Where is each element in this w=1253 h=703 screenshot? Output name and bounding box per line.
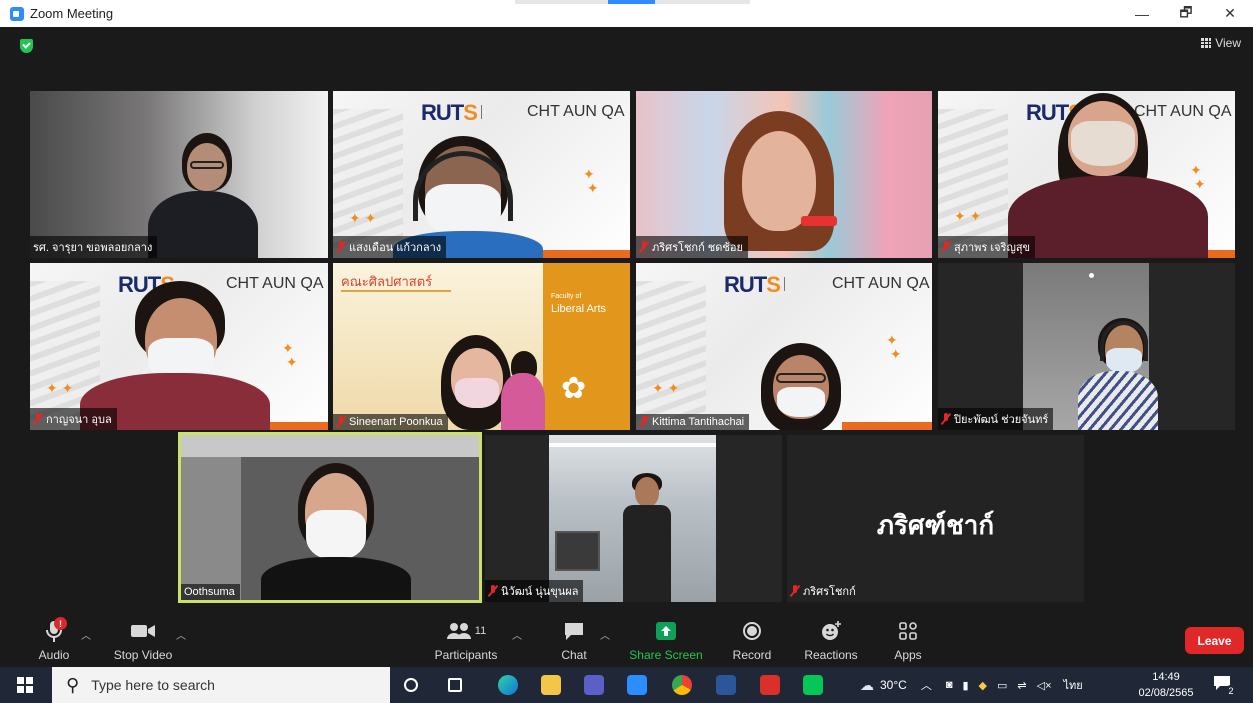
- participants-options-caret[interactable]: ︿: [512, 627, 522, 642]
- window-titlebar: Zoom Meeting — 🗗 ✕: [0, 0, 1253, 27]
- participant-big-name: ภริศฑ์ชาก์: [876, 510, 995, 540]
- minimize-button[interactable]: —: [1124, 0, 1160, 27]
- participant-name: ภริศรโชกก์ ชดช้อย: [636, 236, 748, 258]
- participant-name: Kittima Tantihachai: [636, 414, 750, 430]
- muted-mic-icon: [33, 413, 43, 425]
- line-icon[interactable]: [803, 675, 823, 695]
- share-screen-button[interactable]: Share Screen: [628, 614, 704, 667]
- weather-temp[interactable]: 30°C: [880, 678, 907, 692]
- tray-overflow-icon[interactable]: ︿: [921, 677, 932, 693]
- cortana-icon[interactable]: [404, 678, 418, 692]
- muted-mic-icon: [488, 585, 498, 597]
- clock[interactable]: 14:49 02/08/2565: [1136, 669, 1196, 701]
- video-options-caret[interactable]: ︿: [176, 627, 186, 642]
- meeting-area: View รศ. จารุยา ขอพลอยกลาง RUTS CHT AUN …: [0, 27, 1253, 614]
- chrome-icon[interactable]: [672, 675, 692, 695]
- video-tile[interactable]: คณะศิลปศาสตร์ Faculty of Liberal Arts ✿ …: [333, 263, 630, 430]
- edge-browser-icon[interactable]: [498, 675, 518, 695]
- input-language[interactable]: ไทย: [1064, 676, 1083, 694]
- weather-cloud-icon: ☁: [860, 676, 874, 693]
- tray-app-icon[interactable]: ◙: [946, 679, 953, 691]
- search-placeholder: Type here to search: [91, 677, 215, 693]
- video-tile[interactable]: RUTS CHT AUN QA ✦ ✦ ✦ ✦ กาญจนา อุบล: [30, 263, 328, 430]
- chat-bubble-icon: [563, 619, 585, 643]
- view-label: View: [1215, 36, 1241, 50]
- view-button[interactable]: View: [1201, 36, 1241, 50]
- grid-icon: [1201, 38, 1212, 48]
- tray-app-icon-3[interactable]: ◆: [979, 679, 987, 692]
- video-tile[interactable]: RUTS CHT AUN QA ✦ ✦ ✦ ✦ Kittima Tantihac…: [636, 263, 932, 430]
- system-tray: ☁ 30°C ︿ ◙ ▮ ◆ ▭ ⇌ ◁× ไทย: [860, 667, 1083, 703]
- participant-name: กาญจนา อุบล: [30, 408, 117, 430]
- notifications-icon[interactable]: 2: [1213, 675, 1237, 697]
- acrobat-icon[interactable]: [760, 675, 780, 695]
- encryption-shield-icon[interactable]: [20, 39, 33, 53]
- window-title: Zoom Meeting: [30, 6, 114, 21]
- video-tile[interactable]: ภริศรโชกก์ ชดช้อย: [636, 91, 932, 258]
- video-tile[interactable]: ปิยะพัฒน์ ช่วยจันทร์: [938, 263, 1235, 430]
- participant-name: นิวัฒน์ นุ่นขุนผล: [485, 580, 584, 602]
- apps-icon: [898, 619, 918, 643]
- video-tile[interactable]: นิวัฒน์ นุ่นขุนผล: [485, 435, 782, 602]
- video-camera-icon: [130, 619, 156, 643]
- participants-button[interactable]: 11 Participants: [430, 614, 502, 667]
- video-tile-no-video[interactable]: ภริศฑ์ชาก์ ภริศรโชกก์: [787, 435, 1084, 602]
- audio-alert-badge: !: [54, 617, 67, 630]
- restore-button[interactable]: 🗗: [1168, 0, 1204, 27]
- share-screen-icon: [655, 619, 677, 643]
- windows-start-icon[interactable]: [17, 677, 33, 693]
- video-tile-active[interactable]: Oothsuma: [178, 432, 482, 603]
- search-icon: ⚲: [66, 674, 80, 695]
- video-tile[interactable]: RUTS CHT AUN QA ✦ ✦ ✦ ✦ สุภาพร เจริญสุข: [938, 91, 1235, 258]
- taskbar-search-box[interactable]: ⚲ Type here to search: [52, 667, 390, 703]
- meeting-controls: Audio ! ︿ Stop Video ︿ 11 Participants ︿…: [0, 614, 1253, 667]
- muted-mic-icon: [639, 241, 649, 253]
- volume-muted-icon[interactable]: ◁×: [1037, 679, 1052, 692]
- network-icon[interactable]: ▭: [997, 679, 1007, 692]
- muted-mic-icon: [941, 413, 951, 425]
- wifi-icon[interactable]: ⇌: [1017, 679, 1026, 692]
- participants-count: 11: [474, 625, 487, 637]
- close-button[interactable]: ✕: [1212, 0, 1248, 27]
- reactions-button[interactable]: Reactions: [802, 614, 860, 667]
- task-view-icon[interactable]: [448, 678, 462, 692]
- windows-taskbar: ⚲ Type here to search ☁ 30°C ︿ ◙ ▮ ◆ ▭ ⇌…: [0, 667, 1253, 703]
- teams-icon[interactable]: [584, 675, 604, 695]
- smiley-plus-icon: [820, 619, 842, 643]
- record-button[interactable]: Record: [730, 614, 774, 667]
- chat-button[interactable]: Chat: [555, 614, 593, 667]
- participant-name: Sineenart Poonkua: [333, 414, 448, 430]
- participant-name: ปิยะพัฒน์ ช่วยจันทร์: [938, 408, 1054, 430]
- word-icon[interactable]: [716, 675, 736, 695]
- participants-icon: 11: [446, 619, 486, 643]
- stop-video-button[interactable]: Stop Video: [108, 614, 178, 667]
- audio-options-caret[interactable]: ︿: [81, 627, 91, 642]
- muted-mic-icon: [336, 241, 346, 253]
- participant-name: แสงเดือน แก้วกลาง: [333, 236, 447, 258]
- chat-options-caret[interactable]: ︿: [600, 627, 610, 642]
- file-explorer-icon[interactable]: [541, 675, 561, 695]
- participant-name: ภริศรโชกก์: [787, 580, 861, 602]
- apps-button[interactable]: Apps: [890, 614, 926, 667]
- video-tile[interactable]: รศ. จารุยา ขอพลอยกลาง: [30, 91, 328, 258]
- participant-name: รศ. จารุยา ขอพลอยกลาง: [30, 236, 158, 258]
- participant-name: Oothsuma: [181, 584, 240, 600]
- leave-button[interactable]: Leave: [1185, 627, 1244, 654]
- tab-strip: [515, 0, 750, 4]
- audio-button[interactable]: Audio !: [32, 614, 76, 667]
- muted-mic-icon: [639, 416, 649, 428]
- zoom-taskbar-icon[interactable]: [627, 675, 647, 695]
- notification-count: 2: [1225, 685, 1237, 697]
- muted-mic-icon: [790, 585, 800, 597]
- video-tile[interactable]: RUTS CHT AUN QA ✦ ✦ ✦ ✦ แสงเดือน แก้วกลา…: [333, 91, 630, 258]
- record-icon: [742, 619, 762, 643]
- zoom-app-icon: [10, 6, 24, 21]
- participant-name: สุภาพร เจริญสุข: [938, 236, 1036, 258]
- tray-app-icon-2[interactable]: ▮: [962, 679, 968, 692]
- muted-mic-icon: [941, 241, 951, 253]
- muted-mic-icon: [336, 416, 346, 428]
